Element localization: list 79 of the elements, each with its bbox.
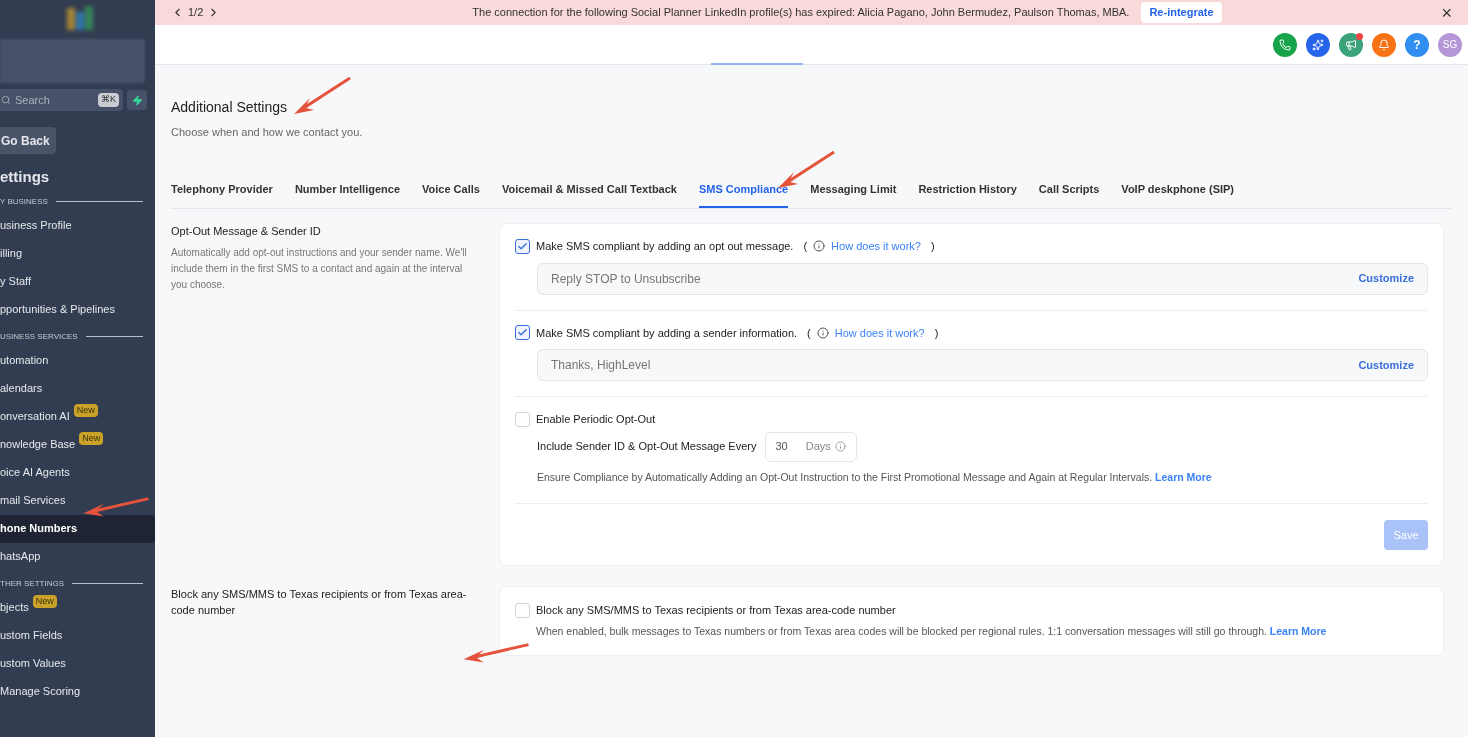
sidebar-item[interactable]: oice AI Agents <box>0 458 155 487</box>
sidebar-item[interactable]: nowledge Base New <box>0 430 155 459</box>
sidebar-item[interactable]: pportunities & Pipelines <box>0 295 155 324</box>
sidebar-item[interactable]: hone Numbers <box>0 514 155 543</box>
sidebar-item[interactable]: Manage Scoring <box>0 677 155 706</box>
info-icon <box>834 441 846 452</box>
new-badge: New <box>79 431 104 445</box>
tab[interactable]: Telephony Provider <box>171 180 273 208</box>
periodic-note: Ensure Compliance by Automatically Adding an Opt-Out Instruction to the First Promotional Message and Again at Regular Intervals. Learn More <box>537 469 1213 485</box>
customize-button[interactable]: Customize <box>1358 270 1414 287</box>
section-heading: THER SETTINGS <box>0 577 64 590</box>
annotation-arrow <box>292 76 352 116</box>
sidebar-item[interactable]: alendars <box>0 374 155 403</box>
tab[interactable]: VoIP deskphone (SIP) <box>1121 180 1235 208</box>
help-link[interactable]: How does it work? <box>834 324 925 341</box>
info-icon <box>816 326 829 339</box>
sidebar-item[interactable]: onversation AI New <box>0 402 155 431</box>
interval-field[interactable]: 30 Days <box>764 431 857 462</box>
sparkle-icon[interactable] <box>1306 32 1330 57</box>
new-badge: New <box>32 594 57 608</box>
phone-icon[interactable] <box>1273 32 1297 57</box>
sidebar-item[interactable]: hatsApp <box>0 542 155 571</box>
interval-label: Include Sender ID & Opt-Out Message Every <box>537 439 757 455</box>
tab[interactable]: Voice Calls <box>422 180 480 208</box>
sidebar-item[interactable]: usiness Profile <box>0 211 155 240</box>
sidebar-item[interactable]: y Staff <box>0 267 155 296</box>
sidebar-item[interactable]: ustom Values <box>0 649 155 678</box>
texas-note: When enabled, bulk messages to Texas numbers or from Texas area codes will be blocked per regional rules. 1:1 conversation messages will still go through. Learn More <box>536 623 1328 639</box>
option-label: Block any SMS/MMS to Texas recipients or from Texas area-code number <box>536 603 896 619</box>
learn-more-link[interactable]: Learn More <box>1155 470 1212 483</box>
option-label: Enable Periodic Opt-Out <box>536 412 656 427</box>
checkbox[interactable] <box>515 325 530 341</box>
checkbox[interactable] <box>515 238 530 254</box>
option-label: Make SMS compliant by adding an opt out message. <box>536 239 794 254</box>
message-field[interactable]: Reply STOP to Unsubscribe Customize <box>537 262 1428 295</box>
sidebar-item[interactable]: illing <box>0 239 155 268</box>
search-field[interactable]: Search ⌘K <box>0 89 123 111</box>
paren-text: ( <box>807 325 811 341</box>
banner-pager: 1/2 <box>188 5 204 21</box>
paren-text: ) <box>930 239 935 254</box>
section-heading: USINESS SERVICES <box>0 330 78 343</box>
tab[interactable]: Call Scripts <box>1038 180 1100 208</box>
message-field[interactable]: Thanks, HighLevel Customize <box>537 349 1428 381</box>
page-title: Additional Settings <box>171 98 288 117</box>
reintegrate-button[interactable]: Re-integrate <box>1141 2 1222 23</box>
learn-more-link[interactable]: Learn More <box>1269 624 1327 637</box>
paren-text: ) <box>934 325 939 341</box>
section-title: Opt-Out Message & Sender ID <box>171 224 322 239</box>
tab[interactable]: Restriction History <box>918 180 1017 208</box>
tab[interactable]: Voicemail & Missed Call Textback <box>501 180 677 208</box>
go-back-button[interactable]: Go Back <box>0 127 56 154</box>
sidebar-item[interactable]: bjects New <box>0 593 155 622</box>
account-switcher[interactable] <box>0 39 145 83</box>
customize-button[interactable]: Customize <box>1358 356 1414 374</box>
help-link[interactable]: How does it work? <box>831 238 921 255</box>
section-title: Block any SMS/MMS to Texas recipients or from Texas area-code number <box>171 587 468 619</box>
sidebar-item[interactable]: ustom Fields <box>0 621 155 650</box>
search-icon <box>1 95 11 105</box>
close-button[interactable]: × <box>1441 3 1452 22</box>
section-description: Automatically add opt-out instructions and your sender name. We'll include them in the first SMS to a contact and again at the interval you choose. <box>171 245 468 292</box>
info-icon <box>813 240 826 253</box>
option-label: Make SMS compliant by adding a sender information. <box>536 325 798 341</box>
sidebar-item[interactable]: mail Services <box>0 486 155 515</box>
tab[interactable]: Number Intelligence <box>294 180 400 208</box>
paren-text: ( <box>803 239 808 254</box>
lightning-icon <box>131 94 143 106</box>
bell-icon[interactable] <box>1372 32 1396 57</box>
sidebar-title: ettings <box>0 167 51 187</box>
section-heading: Y BUSINESS <box>0 195 48 208</box>
logo-icon <box>64 4 95 32</box>
check-icon <box>517 240 528 252</box>
sidebar-item[interactable]: utomation <box>0 346 155 375</box>
tab[interactable]: Messaging Limit <box>810 180 897 208</box>
page-subtitle: Choose when and how we contact you. <box>171 125 364 140</box>
shortcut-hint: ⌘K <box>98 93 119 107</box>
banner-message: The connection for the following Social Planner LinkedIn profile(s) has expired: Alicia Pagano, John Bermudez, Paulson Thomas, MBA. <box>472 5 1130 21</box>
megaphone-icon[interactable] <box>1339 32 1363 57</box>
quick-action-button[interactable] <box>127 90 147 110</box>
new-badge: New <box>73 403 98 417</box>
